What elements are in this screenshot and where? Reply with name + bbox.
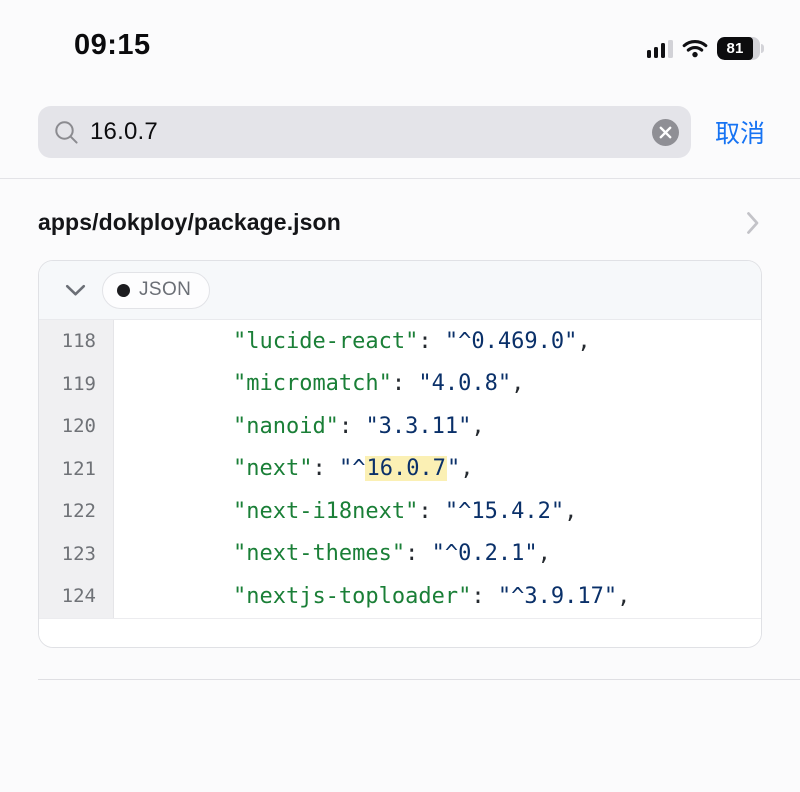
code-line[interactable]: 119 "micromatch": "4.0.8", bbox=[39, 363, 761, 406]
code-token bbox=[127, 541, 233, 566]
code-text: "next-i18next": "^15.4.2", bbox=[114, 499, 761, 524]
code-text: "micromatch": "4.0.8", bbox=[114, 371, 761, 396]
code-token: "^3.9.17" bbox=[498, 584, 617, 609]
search-match-highlight: 16.0.7 bbox=[365, 456, 446, 481]
code-token: , bbox=[471, 414, 484, 439]
code-token: "micromatch" bbox=[233, 371, 392, 396]
code-token bbox=[127, 329, 233, 354]
code-token bbox=[127, 414, 233, 439]
code-token bbox=[127, 456, 233, 481]
code-token: "next-i18next" bbox=[233, 499, 418, 524]
code-token: "^0.469.0" bbox=[445, 329, 577, 354]
code-token: "3.3.11" bbox=[365, 414, 471, 439]
chevron-right-icon bbox=[746, 211, 760, 235]
code-token: : bbox=[471, 584, 498, 609]
code-token: , bbox=[564, 499, 577, 524]
code-token: "nextjs-toploader" bbox=[233, 584, 471, 609]
code-line[interactable]: 118 "lucide-react": "^0.469.0", bbox=[39, 320, 761, 363]
status-icons: 81 bbox=[647, 37, 764, 62]
code-line[interactable]: 122 "next-i18next": "^15.4.2", bbox=[39, 490, 761, 533]
code-token: : bbox=[312, 456, 339, 481]
code-token bbox=[127, 584, 233, 609]
code-token: : bbox=[392, 371, 419, 396]
code-token: "^15.4.2" bbox=[445, 499, 564, 524]
search-input[interactable]: 16.0.7 bbox=[38, 106, 691, 158]
code-viewer[interactable]: 118 "lucide-react": "^0.469.0",119 "micr… bbox=[39, 320, 761, 618]
code-text: "nanoid": "3.3.11", bbox=[114, 414, 761, 439]
clock: 09:15 bbox=[74, 29, 151, 62]
code-token: , bbox=[617, 584, 630, 609]
line-number: 121 bbox=[39, 448, 114, 491]
file-path: apps/dokploy/package.json bbox=[38, 209, 341, 236]
code-token: : bbox=[418, 329, 445, 354]
code-line[interactable]: 124 "nextjs-toploader": "^3.9.17", bbox=[39, 575, 761, 618]
status-bar: 09:15 81 bbox=[0, 0, 800, 72]
language-badge[interactable]: JSON bbox=[102, 272, 210, 309]
language-label: JSON bbox=[139, 279, 191, 301]
line-number: 124 bbox=[39, 575, 114, 618]
code-token: , bbox=[511, 371, 524, 396]
code-token: , bbox=[538, 541, 551, 566]
line-number: 120 bbox=[39, 405, 114, 448]
language-dot-icon bbox=[117, 284, 130, 297]
section-divider bbox=[38, 679, 800, 680]
code-token: , bbox=[577, 329, 590, 354]
line-number: 122 bbox=[39, 490, 114, 533]
code-snippet-panel: JSON 118 "lucide-react": "^0.469.0",119 … bbox=[38, 260, 762, 648]
code-token: "^0.2.1" bbox=[432, 541, 538, 566]
code-token: "lucide-react" bbox=[233, 329, 418, 354]
code-text: "nextjs-toploader": "^3.9.17", bbox=[114, 584, 761, 609]
code-line[interactable]: 121 "next": "^16.0.7", bbox=[39, 448, 761, 491]
code-token bbox=[127, 499, 233, 524]
code-token: : bbox=[339, 414, 366, 439]
cancel-button[interactable]: 取消 bbox=[715, 114, 765, 150]
code-token: "4.0.8" bbox=[418, 371, 511, 396]
code-line[interactable]: 120 "nanoid": "3.3.11", bbox=[39, 405, 761, 448]
wifi-icon bbox=[682, 39, 708, 58]
code-token: : bbox=[405, 541, 432, 566]
code-token: "next" bbox=[233, 456, 312, 481]
line-number: 118 bbox=[39, 320, 114, 363]
search-query: 16.0.7 bbox=[90, 118, 652, 146]
line-number: 123 bbox=[39, 533, 114, 576]
line-number: 119 bbox=[39, 363, 114, 406]
code-line[interactable]: 123 "next-themes": "^0.2.1", bbox=[39, 533, 761, 576]
code-text: "next": "^16.0.7", bbox=[114, 456, 761, 481]
code-token: " bbox=[447, 456, 460, 481]
collapse-chevron-down-icon[interactable] bbox=[65, 284, 86, 297]
code-text: "next-themes": "^0.2.1", bbox=[114, 541, 761, 566]
code-token: , bbox=[460, 456, 473, 481]
code-token: "^ bbox=[339, 456, 366, 481]
battery-percent: 81 bbox=[726, 40, 743, 57]
code-token: : bbox=[418, 499, 445, 524]
clear-search-button[interactable] bbox=[652, 119, 679, 146]
code-text: "lucide-react": "^0.469.0", bbox=[114, 329, 761, 354]
code-token bbox=[127, 371, 233, 396]
code-token: "next-themes" bbox=[233, 541, 405, 566]
battery-icon: 81 bbox=[717, 37, 765, 60]
file-result-row[interactable]: apps/dokploy/package.json bbox=[0, 179, 800, 260]
code-token: "nanoid" bbox=[233, 414, 339, 439]
snippet-footer bbox=[39, 618, 761, 647]
snippet-header: JSON bbox=[39, 261, 761, 320]
search-icon bbox=[53, 119, 80, 146]
cellular-signal-icon bbox=[647, 40, 673, 58]
search-row: 16.0.7 取消 bbox=[0, 72, 800, 178]
